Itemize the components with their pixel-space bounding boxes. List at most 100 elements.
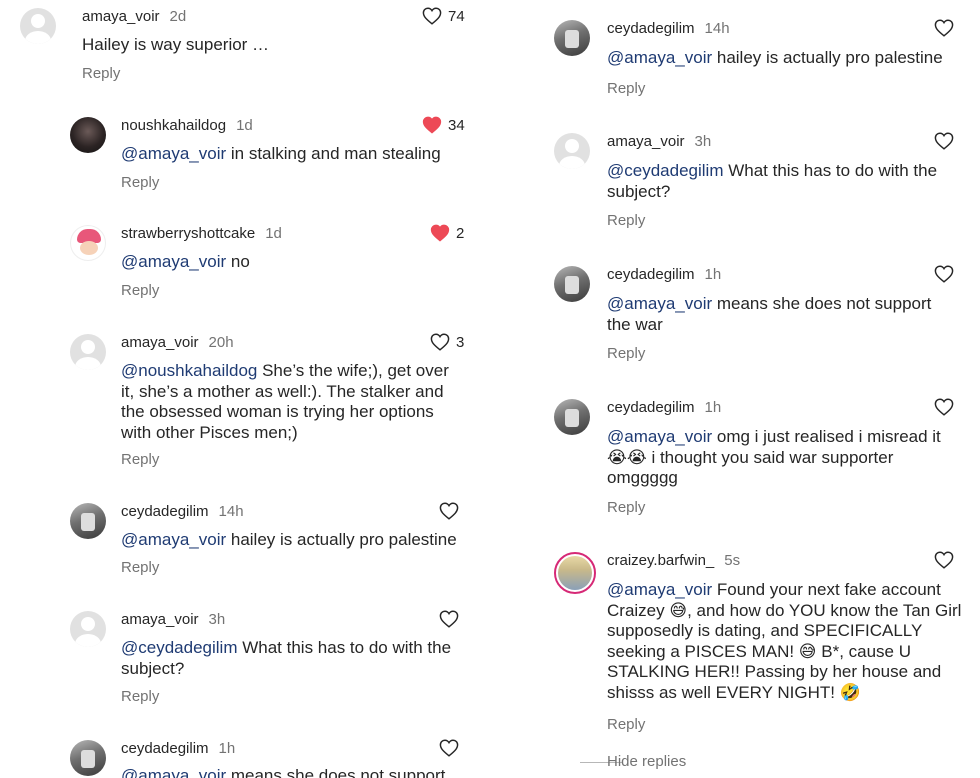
reply-button[interactable]: Reply [121,559,159,576]
like-button[interactable]: 2 [430,224,464,242]
like-button[interactable] [439,610,465,628]
heart-outline-icon[interactable] [934,19,954,37]
heart-filled-icon[interactable] [422,116,442,134]
reply-button[interactable]: Reply [607,212,645,229]
heart-outline-icon[interactable] [430,333,450,351]
heart-outline-icon[interactable] [934,551,954,569]
like-button[interactable] [934,551,960,569]
comment-text: @amaya_voir in stalking and man stealing [121,144,466,165]
comment-header: strawberryshottcake 1d [121,225,282,242]
avatar[interactable] [554,552,596,594]
comment-header: amaya_voir 3h [121,611,225,628]
like-button[interactable]: 34 [422,116,465,134]
timestamp: 1d [236,117,253,134]
hide-replies-button[interactable]: Hide replies [607,753,686,770]
username[interactable]: noushkahaildog [121,117,226,134]
reply-button[interactable]: Reply [607,345,645,362]
mention-link[interactable]: @amaya_voir [121,252,226,271]
like-button[interactable] [934,265,960,283]
username[interactable]: ceydadegilim [607,20,695,37]
like-button[interactable]: 3 [430,333,464,351]
timestamp: 1d [265,225,282,242]
comment-header: noushkahaildog 1d [121,117,253,134]
avatar[interactable] [70,225,106,261]
heart-filled-icon[interactable] [430,224,450,242]
username[interactable]: amaya_voir [121,334,199,351]
comments-column-right: ceydadegilim 14h @amaya_voir hailey is act… [490,0,980,778]
comment-header: amaya_voir 2d [82,8,186,25]
comment-header: ceydadegilim 1h [607,266,721,283]
heart-outline-icon[interactable] [439,739,459,757]
avatar[interactable] [70,117,106,153]
heart-outline-icon[interactable] [422,7,442,25]
mention-link[interactable]: @ceydadegilim [121,638,237,657]
like-button[interactable] [439,502,465,520]
comment-header: ceydadegilim 1h [121,740,235,757]
like-button[interactable]: 74 [422,7,465,25]
like-count: 74 [448,7,465,25]
like-button[interactable] [934,132,960,150]
like-button[interactable] [439,739,465,757]
heart-outline-icon[interactable] [439,502,459,520]
username[interactable]: ceydadegilim [121,503,209,520]
comment-header: amaya_voir 3h [607,133,711,150]
username[interactable]: amaya_voir [607,133,685,150]
timestamp: 3h [694,133,712,150]
reply-button[interactable]: Reply [607,499,645,516]
reply-button[interactable]: Reply [82,65,120,82]
username[interactable]: ceydadegilim [607,266,695,283]
avatar[interactable] [554,20,590,56]
reply-button[interactable]: Reply [121,282,159,299]
mention-link[interactable]: @ceydadegilim [607,161,723,180]
timestamp: 1h [704,266,722,283]
mention-link[interactable]: @amaya_voir [607,294,712,313]
username[interactable]: amaya_voir [82,8,160,25]
comment-text: @noushkahaildog She’s the wife;), get ov… [121,361,461,443]
reply-button[interactable]: Reply [607,80,645,97]
comments-column-left: amaya_voir 2d Hailey is way superior … Repl… [0,0,490,778]
comment-text: @amaya_voir hailey is actually pro pales… [607,48,959,69]
username[interactable]: strawberryshottcake [121,225,255,242]
avatar[interactable] [70,334,106,370]
reply-button[interactable]: Reply [121,451,159,468]
heart-outline-icon[interactable] [934,398,954,416]
comment-body: Hailey is way superior … [82,35,270,54]
mention-link[interactable]: @amaya_voir [607,427,712,446]
username[interactable]: ceydadegilim [121,740,209,757]
avatar[interactable] [70,503,106,539]
timestamp: 1h [218,740,236,757]
heart-outline-icon[interactable] [439,610,459,628]
reply-button[interactable]: Reply [607,716,645,733]
avatar[interactable] [20,8,56,44]
mention-link[interactable]: @amaya_voir [121,530,226,549]
mention-link[interactable]: @amaya_voir [121,144,226,163]
mention-link[interactable]: @amaya_voir [121,766,226,778]
comment-body: hailey is actually pro palestine [712,48,943,67]
username[interactable]: amaya_voir [121,611,199,628]
avatar[interactable] [554,399,590,435]
like-button[interactable] [934,19,960,37]
mention-link[interactable]: @amaya_voir [607,48,712,67]
timestamp: 2d [169,8,187,25]
avatar[interactable] [554,133,590,169]
reply-button[interactable]: Reply [121,688,159,705]
timestamp: 1h [704,399,722,416]
avatar[interactable] [70,740,106,776]
timestamp: 14h [218,503,244,520]
comment-header: craizey.barfwin_ 5s [607,552,740,569]
heart-outline-icon[interactable] [934,265,954,283]
comment-body: in stalking and man stealing [226,144,441,163]
like-button[interactable] [934,398,960,416]
avatar[interactable] [554,266,590,302]
username[interactable]: ceydadegilim [607,399,695,416]
heart-outline-icon[interactable] [934,132,954,150]
avatar[interactable] [70,611,106,647]
username[interactable]: craizey.barfwin_ [607,552,714,569]
comment-text: @amaya_voir omg i just realised i misrea… [607,427,959,489]
comment-text: @amaya_voir means she does not support t… [607,294,959,335]
mention-link[interactable]: @amaya_voir [607,580,712,599]
reply-button[interactable]: Reply [121,174,159,191]
comment-header: amaya_voir 20h [121,334,234,351]
comment-header: ceydadegilim 14h [121,503,244,520]
mention-link[interactable]: @noushkahaildog [121,361,257,380]
